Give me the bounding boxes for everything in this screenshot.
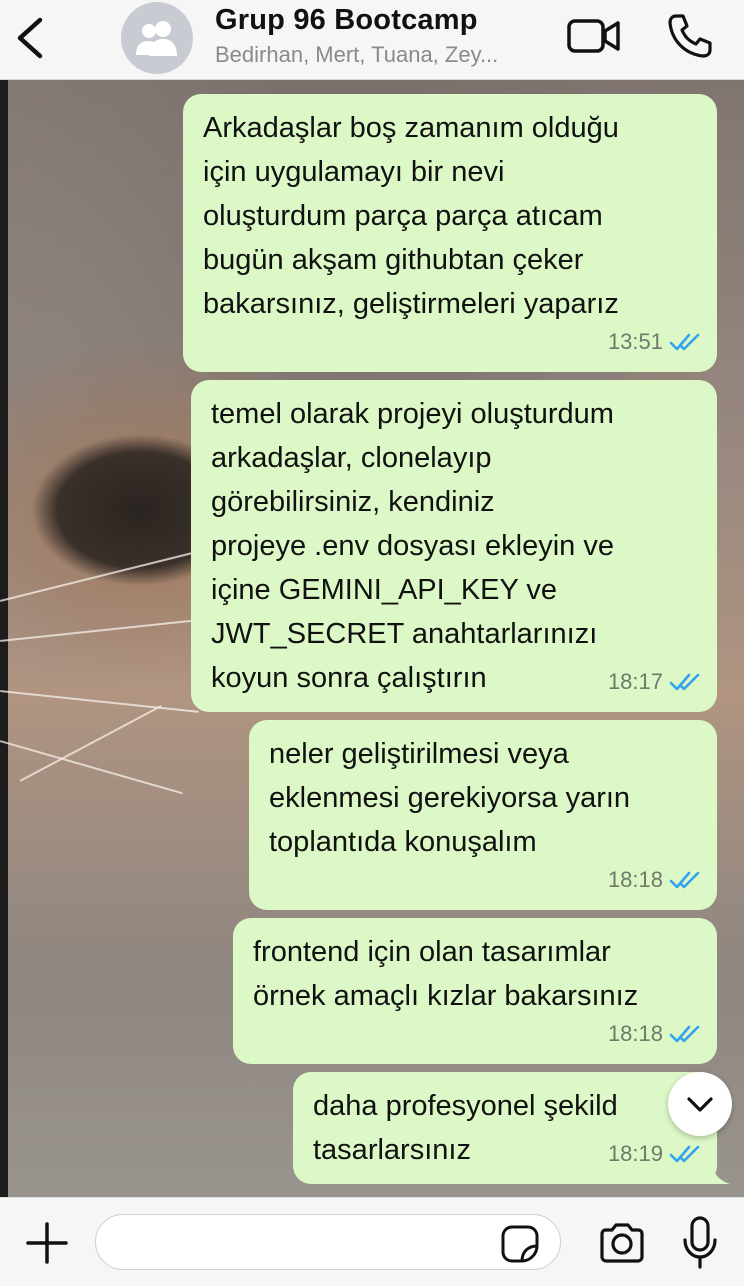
wallpaper-detail (0, 740, 183, 795)
chat-messages-area[interactable]: Arkadaşlar boş zamanım olduğu için uygul… (0, 80, 744, 1197)
message-time: 18:19 (607, 1141, 663, 1166)
double-check-icon (669, 333, 700, 351)
group-avatar[interactable] (121, 2, 193, 74)
message-bubble[interactable]: temel olarak projeyi oluşturdum arkadaşl… (191, 380, 717, 712)
sticker-button[interactable] (500, 1224, 540, 1264)
chat-members[interactable]: Bedirhan, Mert, Tuana, Zey... (215, 42, 498, 68)
wallpaper-detail (0, 690, 200, 713)
message-time: 18:17 (607, 669, 663, 694)
voice-call-button[interactable] (666, 12, 714, 60)
chat-title[interactable]: Grup 96 Bootcamp (215, 4, 478, 37)
message-meta: 18:18 (608, 858, 701, 902)
message-bubble[interactable]: Arkadaşlar boş zamanım olduğu için uygul… (183, 94, 717, 372)
back-button[interactable] (12, 14, 52, 62)
message-text: Arkadaşlar boş zamanım olduğu için uygul… (203, 112, 619, 320)
double-check-icon (669, 1145, 700, 1163)
phone-icon (668, 14, 712, 58)
message-text: frontend için olan tasarımlar örnek amaç… (253, 936, 639, 1012)
message-text: temel olarak projeyi oluşturdum arkadaşl… (211, 398, 614, 694)
message-time: 18:18 (607, 867, 663, 892)
plus-icon (26, 1222, 68, 1264)
message-text: neler geliştirilmesi veya eklenmesi gere… (269, 738, 631, 858)
message-bubble[interactable]: frontend için olan tasarımlar örnek amaç… (233, 918, 717, 1064)
scroll-to-bottom-button[interactable] (668, 1072, 732, 1136)
double-check-icon (669, 1025, 700, 1043)
chevron-down-icon (687, 1097, 713, 1112)
wallpaper-detail (19, 705, 162, 782)
message-meta: 18:18 (608, 1012, 701, 1056)
message-meta: 18:19 (608, 1132, 701, 1176)
camera-icon (600, 1223, 644, 1263)
sticker-icon (501, 1225, 539, 1263)
microphone-button[interactable] (682, 1216, 718, 1270)
bubble-tail (700, 1162, 730, 1184)
wallpaper-detail (0, 618, 209, 642)
double-check-icon (669, 673, 700, 691)
group-icon (136, 21, 177, 56)
wallpaper-detail (0, 551, 195, 602)
chevron-left-icon (17, 17, 43, 59)
double-check-icon (669, 871, 700, 889)
message-time: 13:51 (607, 329, 663, 354)
message-bubble[interactable]: neler geliştirilmesi veya eklenmesi gere… (249, 720, 717, 910)
message-bubble[interactable]: daha profesyonel şekild tasarlarsınız 18… (293, 1072, 717, 1184)
camera-button[interactable] (598, 1222, 646, 1264)
message-input-bar (0, 1197, 744, 1286)
video-camera-icon (567, 19, 620, 53)
chat-header: Grup 96 Bootcamp Bedirhan, Mert, Tuana, … (0, 0, 744, 80)
message-meta: 13:51 (608, 320, 701, 364)
microphone-icon (683, 1216, 717, 1269)
message-input[interactable] (95, 1214, 561, 1270)
video-call-button[interactable] (566, 16, 622, 56)
message-time: 18:18 (607, 1021, 663, 1046)
message-meta: 18:17 (608, 660, 701, 704)
attach-button[interactable] (24, 1220, 70, 1266)
